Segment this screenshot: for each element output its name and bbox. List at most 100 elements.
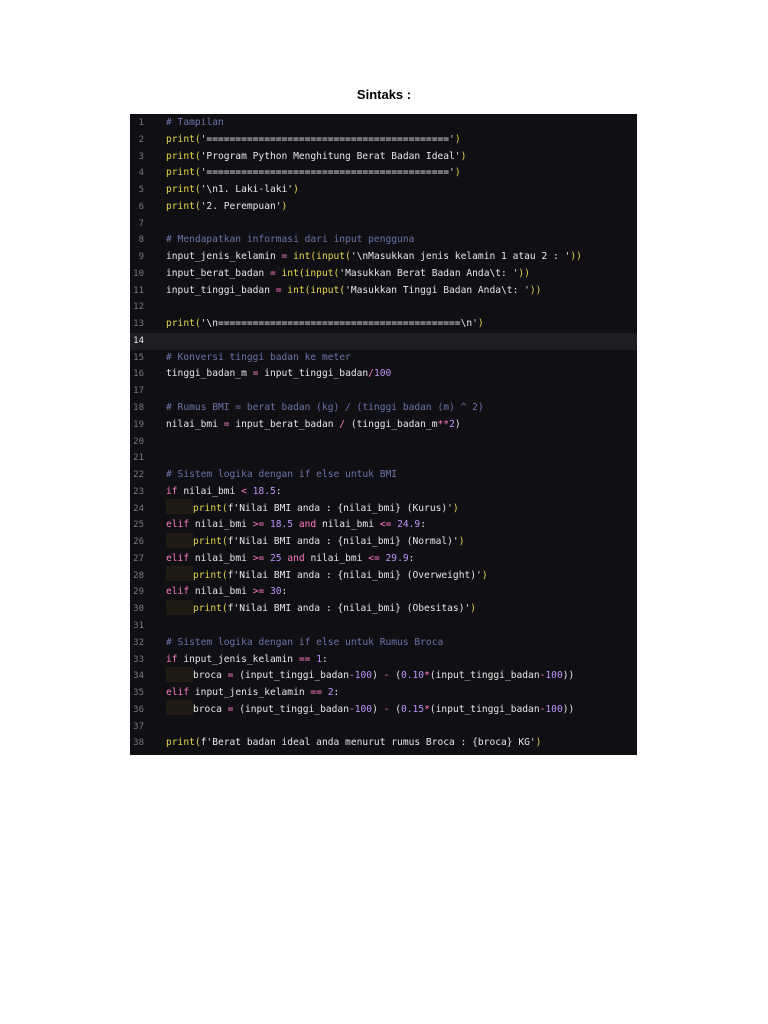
code-token: == <box>304 687 328 699</box>
line-number: 4 <box>138 168 144 179</box>
code-text: broca = (input_tinggi_badan-100) - (0.10… <box>166 666 575 685</box>
code-line: 25 elif nilai_bmi >= 18.5 and nilai_bmi <… <box>130 517 637 534</box>
code-line: 8 # Mendapatkan informasi dari input peng… <box>130 232 637 249</box>
code-token: elif <box>166 586 195 598</box>
code-token: )) <box>562 670 575 682</box>
code-token: ) <box>452 502 459 514</box>
code-token: nilai_bmi <box>194 586 247 598</box>
code-token: 100 <box>354 670 373 682</box>
code-token: int(input( <box>287 284 346 296</box>
code-text: print('=================================… <box>166 132 461 149</box>
code-token: elif <box>166 552 195 564</box>
code-token: print( <box>166 133 201 145</box>
code-line: 26 print(f'Nilai BMI anda : {nilai_bmi} (… <box>130 532 637 551</box>
code-line: 19 nilai_bmi = input_berat_badan / (tingg… <box>130 417 637 434</box>
code-line: 9 input_jenis_kelamin = int(input('\nMasu… <box>130 249 637 266</box>
line-number: 2 <box>138 134 144 145</box>
code-text: broca = (input_tinggi_badan-100) - (0.15… <box>166 700 574 719</box>
line-number: 34 <box>133 671 144 682</box>
code-token: input_tinggi_badan <box>435 703 540 715</box>
code-line: 21 <box>130 450 637 467</box>
code-text: print('\n1. Laki-laki') <box>166 182 299 199</box>
code-line: 13 print('\n=============================… <box>130 316 637 333</box>
code-token: 'Masukkan Berat Badan Anda\t: ' <box>339 267 519 279</box>
code-token: 100 <box>545 703 563 715</box>
code-token: nilai_bmi <box>310 552 363 564</box>
code-token: : <box>321 653 328 665</box>
code-token: # Rumus BMI = berat badan (kg) / (tinggi… <box>166 402 484 414</box>
code-token: print( <box>166 167 201 179</box>
code-token: 30 <box>269 586 282 598</box>
code-token: broca <box>193 670 222 682</box>
code-line: 38 print(f'Berat badan ideal anda menurut… <box>130 735 637 752</box>
line-number: 32 <box>133 637 144 648</box>
code-token: 'Program Python Menghitung Berat Badan I… <box>200 150 461 162</box>
line-number: 7 <box>138 218 144 229</box>
line-number: 15 <box>133 352 144 363</box>
code-token: ) <box>293 184 299 196</box>
code-text: elif nilai_bmi >= 30: <box>166 584 287 601</box>
code-text: # Sistem logika dengan if else untuk BMI <box>166 467 397 484</box>
code-text: print(f'Berat badan ideal anda menurut r… <box>166 735 541 752</box>
code-token: )) <box>529 284 542 296</box>
code-line: 29 elif nilai_bmi >= 30: <box>130 584 637 601</box>
code-line: 4 print('================================… <box>130 165 637 182</box>
code-token: : <box>420 519 426 531</box>
line-number: 1 <box>138 118 144 128</box>
code-token: input_tinggi_badan <box>245 670 349 682</box>
code-line: 33 if input_jenis_kelamin == 1: <box>130 652 637 669</box>
code-line: 37 <box>130 719 637 736</box>
code-line: 27 elif nilai_bmi >= 25 and nilai_bmi <= … <box>130 551 637 568</box>
line-number: 30 <box>133 604 144 615</box>
code-token: '=======================================… <box>200 133 455 145</box>
code-line: 6 print('2. Perempuan') <box>130 199 637 216</box>
code-token: f'Nilai BMI anda : {nilai_bmi} (Normal)' <box>227 536 459 548</box>
code-token: tinggi_badan_m <box>166 368 247 380</box>
code-token: / <box>333 418 351 430</box>
code-token: f'Nilai BMI anda : {nilai_bmi} (Kurus)' <box>227 502 453 514</box>
code-line: 17 <box>130 383 637 400</box>
line-number: 28 <box>133 570 144 581</box>
code-text: print('=================================… <box>166 165 461 182</box>
code-token: print( <box>166 318 201 330</box>
code-token: ) <box>454 133 461 145</box>
code-line: 28 print(f'Nilai BMI anda : {nilai_bmi} (… <box>130 566 637 585</box>
code-token: '\n=====================================… <box>200 318 478 330</box>
code-token: nilai_bmi <box>166 418 218 430</box>
code-token: nilai_bmi <box>194 519 247 531</box>
code-token: 100 <box>545 670 563 682</box>
code-text: # Sistem logika dengan if else untuk Rum… <box>166 635 443 652</box>
code-token: input_jenis_kelamin <box>183 653 294 665</box>
code-token: = <box>217 418 236 430</box>
code-line: 11 input_tinggi_badan = int(input('Masukk… <box>130 283 637 300</box>
indent-guide <box>166 700 193 716</box>
line-number: 35 <box>133 688 144 699</box>
code-line: 36 broca = (input_tinggi_badan-100) - (0.… <box>130 700 637 719</box>
line-number: 29 <box>133 587 144 598</box>
code-editor-screenshot: 1 # Tampilan 2 print('=====================… <box>130 114 637 755</box>
indent-guide <box>166 532 193 548</box>
code-text: nilai_bmi = input_berat_badan / (tinggi_… <box>166 417 461 434</box>
line-number: 25 <box>133 520 144 531</box>
code-token: ) <box>470 603 477 615</box>
code-token: 18.5 <box>269 519 294 531</box>
code-token: = <box>246 368 265 380</box>
line-number: 19 <box>133 419 144 430</box>
code-token: ) <box>481 569 488 581</box>
code-text: input_tinggi_badan = int(input('Masukkan… <box>166 283 541 300</box>
code-token: broca <box>193 703 222 715</box>
code-token: print( <box>193 569 228 581</box>
line-number: 20 <box>133 436 144 447</box>
code-token: # Tampilan <box>166 117 224 128</box>
code-token: ) <box>454 418 461 430</box>
code-line: 31 <box>130 618 637 635</box>
code-text: if input_jenis_kelamin == 1: <box>166 652 328 669</box>
line-number: 21 <box>133 453 144 464</box>
code-token: f'Berat badan ideal anda menurut rumus B… <box>200 737 536 749</box>
code-token: 29.9 <box>385 552 409 564</box>
code-token: # Sistem logika dengan if else untuk BMI <box>166 469 398 481</box>
code-token: ) <box>535 737 542 749</box>
code-token: input_jenis_kelamin <box>166 251 276 263</box>
code-token: nilai_bmi <box>194 552 247 564</box>
code-token: 0.15 <box>400 703 425 715</box>
